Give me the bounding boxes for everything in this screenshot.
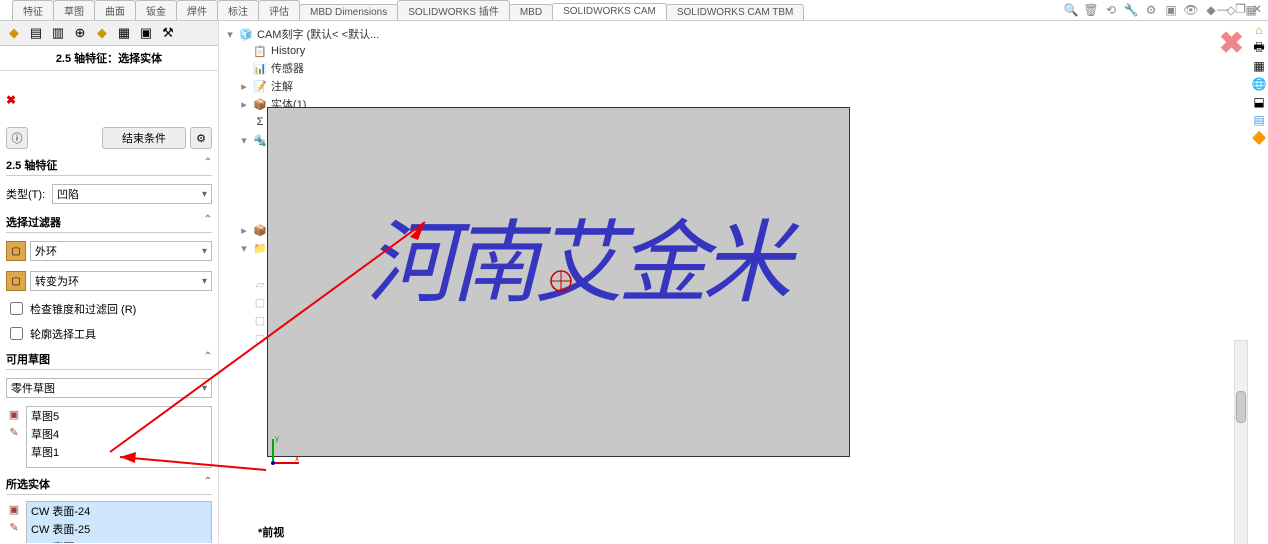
home-icon[interactable]: ⌂ [1251,22,1267,38]
filter2-dropdown[interactable]: 转变为环 [30,271,212,291]
view-tool-icon[interactable]: 🔧 [1124,3,1138,17]
panel-tab-cam-icon[interactable]: ▥ [48,23,68,43]
type-dropdown[interactable]: 凹陷 [52,184,212,204]
panel-icon[interactable]: ⬓ [1251,94,1267,110]
tab-mbddim[interactable]: MBD Dimensions [299,4,398,20]
end-condition-button[interactable]: 结束条件 [102,127,186,149]
chevron-up-icon[interactable]: ⌃ [204,351,212,367]
list-item[interactable]: CW 表面-25 [27,520,211,538]
list-item[interactable]: 草图4 [27,425,211,443]
section-sketch-head: 可用草图⌃ [6,349,212,370]
property-panel: ◆ ▤ ▥ ⊕ ◆ ▦ ▣ ⚒ 2.5 轴特征：选择实体 ✖ ⓘ 结束条件 ⚙ … [0,21,219,543]
entity-add-icon[interactable]: ▣ [6,501,22,517]
panel-tab-feature-icon[interactable]: ◆ [4,23,24,43]
graphics-viewport[interactable]: 河南艾金米 y x [267,107,850,457]
tab-evaluate[interactable]: 评估 [258,0,300,20]
list-item[interactable]: CW 表面-24 [27,502,211,520]
list-item[interactable]: 草图1 [27,443,211,461]
panel-tab-doc-icon[interactable]: ▦ [114,23,134,43]
panel-close-x[interactable]: ✖ [6,93,16,107]
engraved-text: 河南艾金米 [366,190,786,320]
check-taper-label: 检查锥度和过滤回 (R) [30,301,136,317]
list-item[interactable]: CW 表面-26 [27,538,211,543]
section-entities-head: 所选实体⌃ [6,474,212,495]
tab-swcamtbm[interactable]: SOLIDWORKS CAM TBM [666,4,805,20]
view-zoom-icon[interactable]: 🔍 [1064,3,1078,17]
tab-feature[interactable]: 特征 [12,0,54,20]
check-taper[interactable] [10,302,23,315]
section-feature-head: 2.5 轴特征⌃ [6,155,212,176]
tab-weld[interactable]: 焊件 [176,0,218,20]
restore-button[interactable]: ❐ [1235,2,1246,16]
chevron-up-icon[interactable]: ⌃ [204,157,212,173]
grid-icon[interactable]: ▦ [1251,58,1267,74]
tree-item[interactable]: 传感器 [271,60,304,76]
origin-marker-icon [548,268,574,294]
chevron-up-icon[interactable]: ⌃ [204,476,212,492]
filter1-dropdown[interactable]: 外环 [30,241,212,261]
entity-listbox[interactable]: CW 表面-24 CW 表面-25 CW 表面-26 CW 表面-27 环 <1… [26,501,212,543]
view-diamond-icon[interactable]: ◆ [1204,3,1218,17]
right-task-pane: ⌂ 🖶 ▦ 🌐 ⬓ ▤ 🔶 [1250,22,1268,146]
check-contour-label: 轮廓选择工具 [30,326,96,342]
view-orientation-label: *前视 [258,524,284,540]
chevron-up-icon[interactable]: ⌃ [204,214,212,230]
sketch-add-icon[interactable]: ▣ [6,406,22,422]
filter-cube2-icon: ▢ [6,271,26,291]
view-trash-icon[interactable]: 🗑 [1084,3,1098,17]
sketch-listbox[interactable]: 草图5 草图4 草图1 [26,406,212,468]
tree-root[interactable]: CAM刻字 (默认< <默认... [257,26,379,42]
tab-swaddin[interactable]: SOLIDWORKS 插件 [397,0,510,20]
panel-tab-target-icon[interactable]: ⊕ [70,23,90,43]
info-button[interactable]: ⓘ [6,127,28,149]
globe-icon[interactable]: 🌐 [1251,76,1267,92]
tab-swcam[interactable]: SOLIDWORKS CAM [552,3,667,20]
entity-edit-icon[interactable]: ✎ [6,519,22,535]
sketch-dropdown[interactable]: 零件草图 [6,378,212,398]
filter-cube-icon: ▢ [6,241,26,261]
view-display-icon[interactable]: ▣ [1164,3,1178,17]
tree-item[interactable]: History [271,45,305,57]
tree-item[interactable]: 注解 [271,78,293,94]
panel-tab-tree-icon[interactable]: ▤ [26,23,46,43]
list-item[interactable]: 草图5 [27,407,211,425]
view-refresh-icon[interactable]: ⟲ [1104,3,1118,17]
tab-annotate[interactable]: 标注 [217,0,259,20]
panel-tabstrip: ◆ ▤ ▥ ⊕ ◆ ▦ ▣ ⚒ [0,21,218,46]
check-contour-tool[interactable] [10,327,23,340]
scrollbar-thumb[interactable] [1236,391,1246,423]
type-label: 类型(T): [6,186,48,202]
tab-sketch[interactable]: 草图 [53,0,95,20]
print-icon[interactable]: 🖶 [1251,40,1267,56]
panel-tab-warn-icon[interactable]: ◆ [92,23,112,43]
panel-title: 2.5 轴特征：选择实体 [0,46,218,71]
sketch-edit-icon[interactable]: ✎ [6,424,22,440]
window-controls: — ❐ ✕ [1217,2,1262,16]
tab-surface[interactable]: 曲面 [94,0,136,20]
vertical-scrollbar[interactable] [1234,340,1248,544]
tab-mbd[interactable]: MBD [509,4,553,20]
view-eye-icon[interactable]: 👁 [1184,3,1198,17]
close-button[interactable]: ✕ [1252,2,1262,16]
section-filter-head: 选择过滤器⌃ [6,212,212,233]
panel-tab-photo-icon[interactable]: ▣ [136,23,156,43]
settings-button[interactable]: ⚙ [190,127,212,149]
panel-tab-tool-icon[interactable]: ⚒ [158,23,178,43]
svg-text:y: y [275,434,279,443]
diamond-icon[interactable]: 🔶 [1251,130,1267,146]
view-gear-icon[interactable]: ⚙ [1144,3,1158,17]
list-icon[interactable]: ▤ [1251,112,1267,128]
tab-sheetmetal[interactable]: 钣金 [135,0,177,20]
minimize-button[interactable]: — [1217,2,1229,16]
